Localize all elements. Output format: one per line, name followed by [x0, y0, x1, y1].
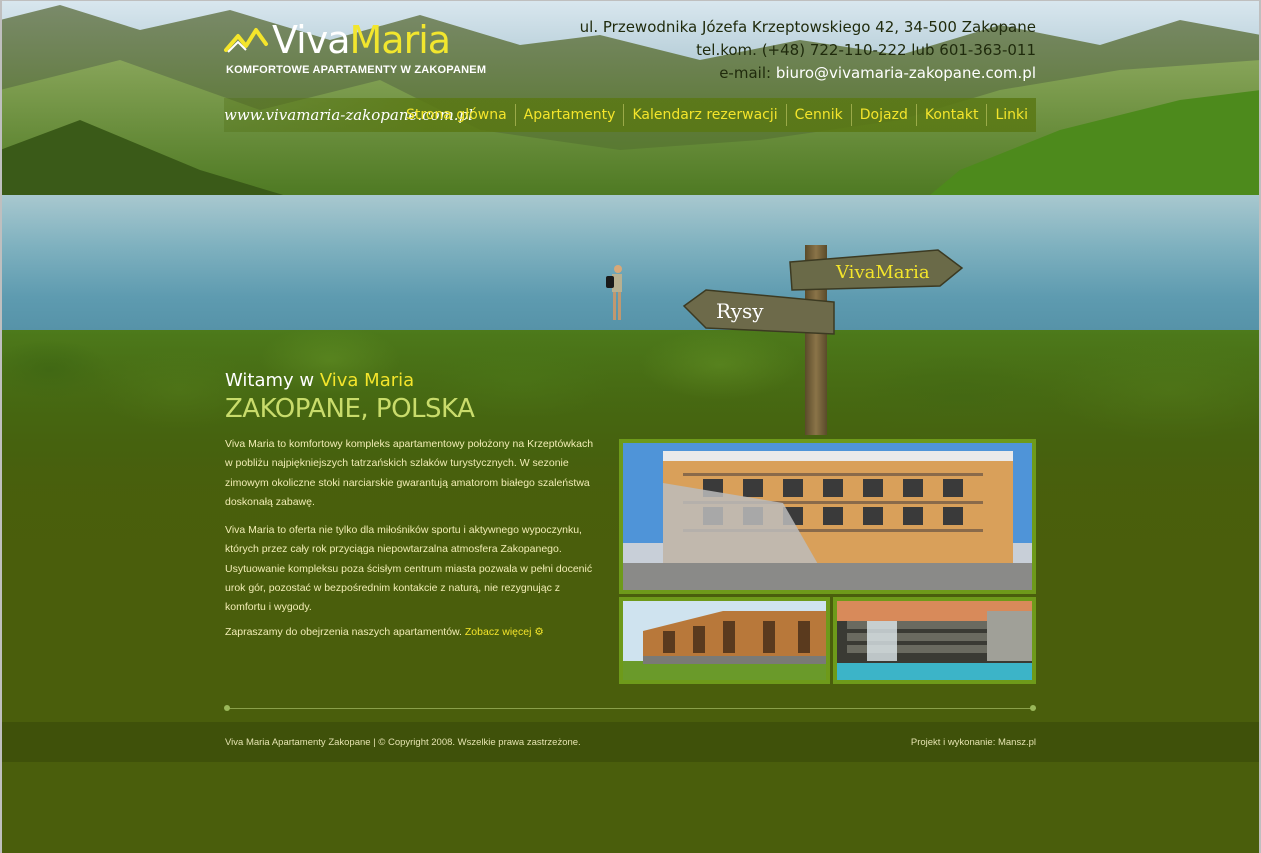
logo-wordmark: VivaMaria	[272, 18, 452, 62]
intro-paragraph-3: Zapraszamy do obejrzenia naszych apartam…	[225, 623, 603, 642]
logo-maria: Maria	[349, 18, 452, 62]
intro-paragraph-1: Viva Maria to komfortowy kompleks aparta…	[225, 438, 594, 508]
logo-tagline: KOMFORTOWE APARTAMENTY W ZAKOPANEM	[226, 64, 487, 76]
content-divider	[226, 708, 1036, 709]
location-heading: ZAKOPANE, POLSKA	[225, 394, 475, 424]
footer: Viva Maria Apartamenty Zakopane | © Copy…	[0, 722, 1261, 762]
invite-text: Zapraszamy do obejrzenia naszych apartam…	[225, 626, 462, 638]
nav-contact[interactable]: Kontakt	[915, 104, 987, 126]
divider-dot-left	[224, 705, 230, 711]
contact-phone: tel.kom. (+48) 722-110-222 lub 601-363-0…	[696, 41, 1036, 59]
divider-dot-right	[1030, 705, 1036, 711]
contact-info: ul. Przewodnika Józefa Krzeptowskiego 42…	[580, 16, 1036, 85]
nav-apartments[interactable]: Apartamenty	[514, 104, 624, 126]
footer-copyright: Viva Maria Apartamenty Zakopane | © Copy…	[225, 737, 581, 748]
sign-right-label: VivaMaria	[835, 262, 930, 283]
contact-address: ul. Przewodnika Józefa Krzeptowskiego 42…	[579, 18, 1036, 36]
see-more-label: Zobacz więcej	[464, 626, 532, 638]
contact-email-line: e-mail: biuro@vivamaria-zakopane.com.pl	[580, 62, 1036, 85]
building-exterior-image	[623, 443, 1032, 590]
logo-viva: Viva	[272, 18, 350, 62]
sign-left-label: Rysy	[716, 299, 764, 323]
signpost-rysy: Rysy	[682, 289, 835, 335]
welcome-prefix: Witamy w	[225, 370, 315, 391]
bike-icon: ⚙	[534, 626, 544, 638]
photo-building-exterior[interactable]	[619, 439, 1036, 594]
welcome-brand: Viva Maria	[319, 370, 415, 391]
mountain-wave-icon	[224, 28, 268, 53]
welcome-heading: Witamy w Viva Maria	[225, 370, 414, 391]
main-nav: Strona główna Apartamenty Kalendarz reze…	[398, 104, 1036, 126]
photo-building-side[interactable]	[619, 597, 830, 684]
intro-paragraph-2: Viva Maria to oferta nie tylko dla miłoś…	[225, 524, 593, 614]
nav-prices[interactable]: Cennik	[785, 104, 851, 126]
nav-booking-calendar[interactable]: Kalendarz rezerwacji	[623, 104, 785, 126]
building-side-image	[623, 601, 826, 680]
photo-fountain[interactable]	[833, 597, 1036, 684]
hiker-figure	[606, 265, 622, 320]
email-label: e-mail:	[719, 64, 772, 82]
email-link[interactable]: biuro@vivamaria-zakopane.com.pl	[776, 64, 1036, 82]
see-more-link[interactable]: Zobacz więcej ⚙	[465, 626, 544, 638]
nav-home[interactable]: Strona główna	[398, 104, 515, 126]
fountain-image	[837, 601, 1032, 680]
signpost-vivamaria: VivaMaria	[789, 249, 964, 291]
nav-directions[interactable]: Dojazd	[850, 104, 916, 126]
navigation-bar: www.vivamaria-zakopane.com.pl Strona głó…	[224, 98, 1036, 132]
footer-credit-link[interactable]: Projekt i wykonanie: Mansz.pl	[911, 737, 1036, 748]
nav-links[interactable]: Linki	[986, 104, 1036, 126]
